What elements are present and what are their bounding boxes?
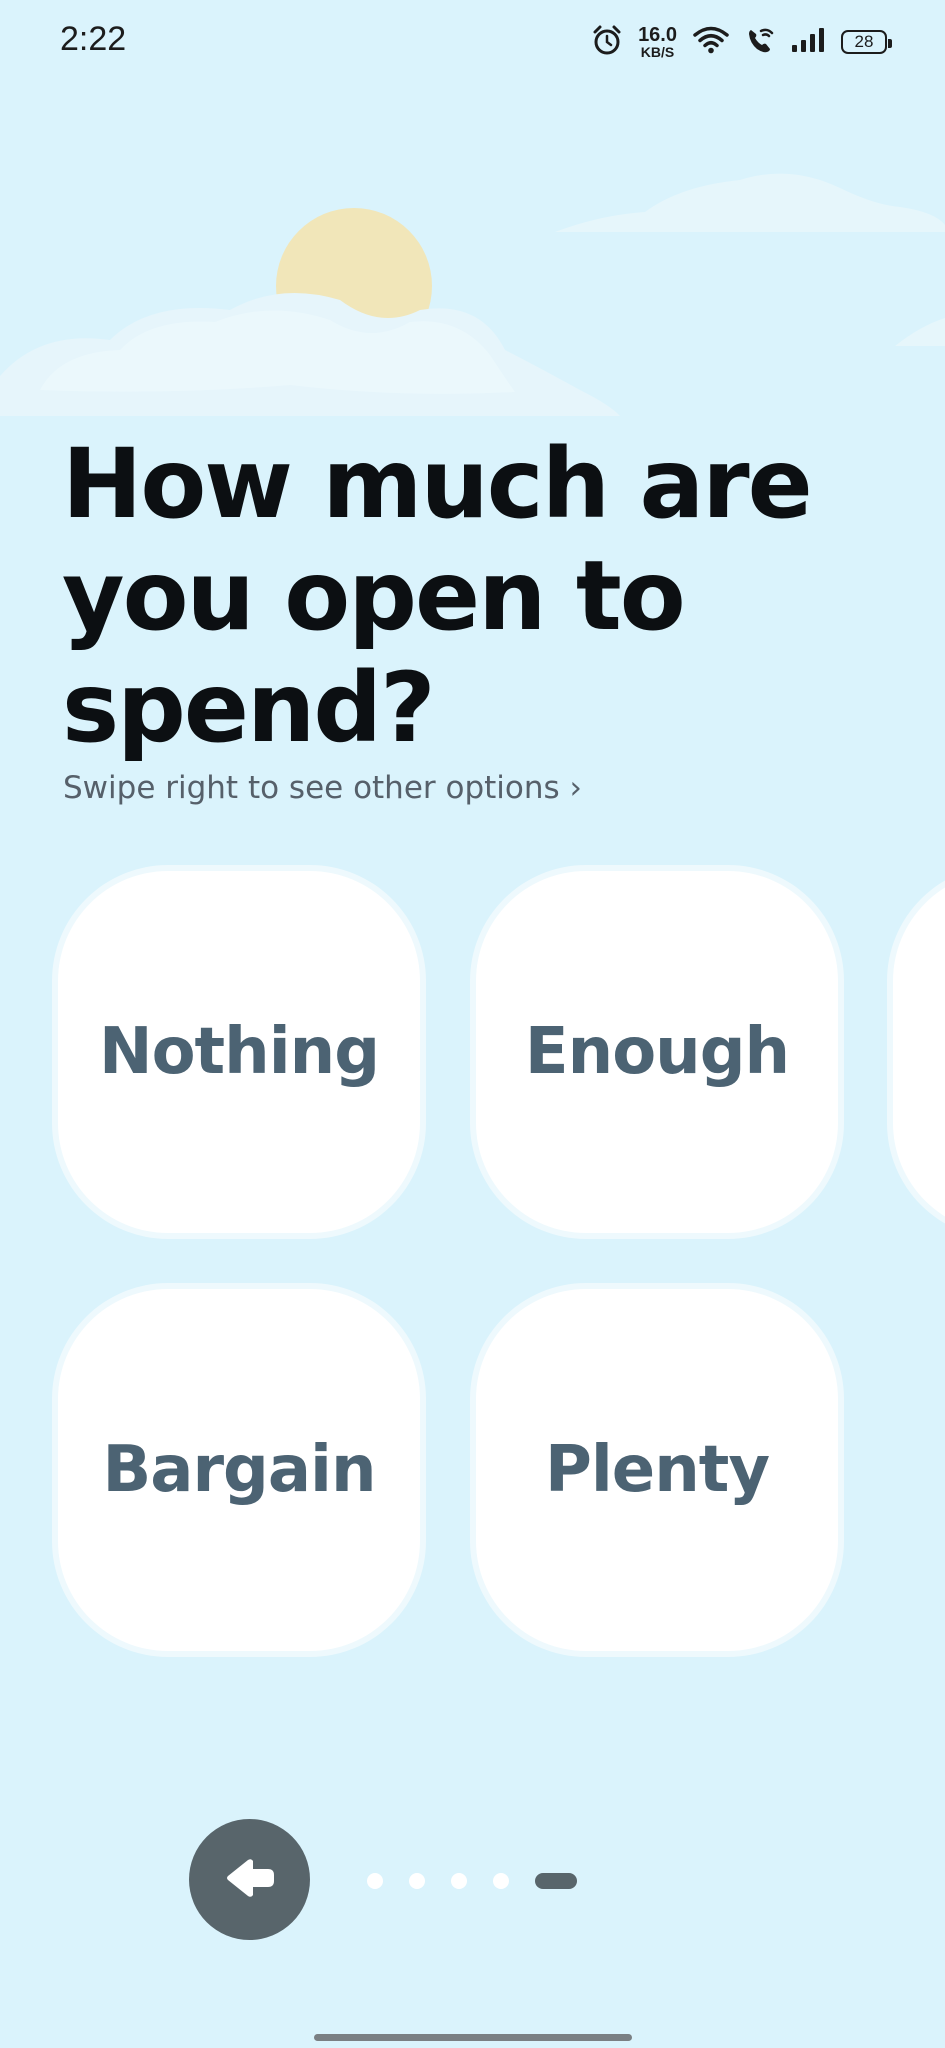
page-dot (493, 1873, 509, 1889)
sky-illustration (0, 173, 945, 416)
page-dot (451, 1873, 467, 1889)
page-dot (409, 1873, 425, 1889)
arrow-left-icon (224, 1856, 276, 1904)
home-indicator[interactable] (314, 2034, 632, 2041)
option-label: Nothing (99, 1015, 380, 1089)
page-dot-active (535, 1873, 577, 1889)
option-card-bargain[interactable]: Bargain (58, 1289, 420, 1651)
page-dot (367, 1873, 383, 1889)
option-card-nothing[interactable]: Nothing (58, 871, 420, 1233)
option-label: Plenty (544, 1433, 770, 1507)
page-title: How much are you open to spend? (62, 428, 813, 764)
back-button[interactable] (189, 1819, 310, 1940)
swipe-hint: Swipe right to see other options › (63, 770, 582, 806)
screen: 2:22 16.0 KB/S 28 How much are you open … (0, 0, 945, 2048)
option-card-plenty[interactable]: Plenty (476, 1289, 838, 1651)
option-card-next-partial[interactable] (893, 871, 945, 1233)
cloud-icon (555, 173, 945, 232)
cloud-icon (895, 318, 945, 346)
option-card-enough[interactable]: Enough (476, 871, 838, 1233)
option-label: Bargain (102, 1433, 376, 1507)
page-indicator (367, 1873, 577, 1889)
option-label: Enough (524, 1015, 790, 1089)
